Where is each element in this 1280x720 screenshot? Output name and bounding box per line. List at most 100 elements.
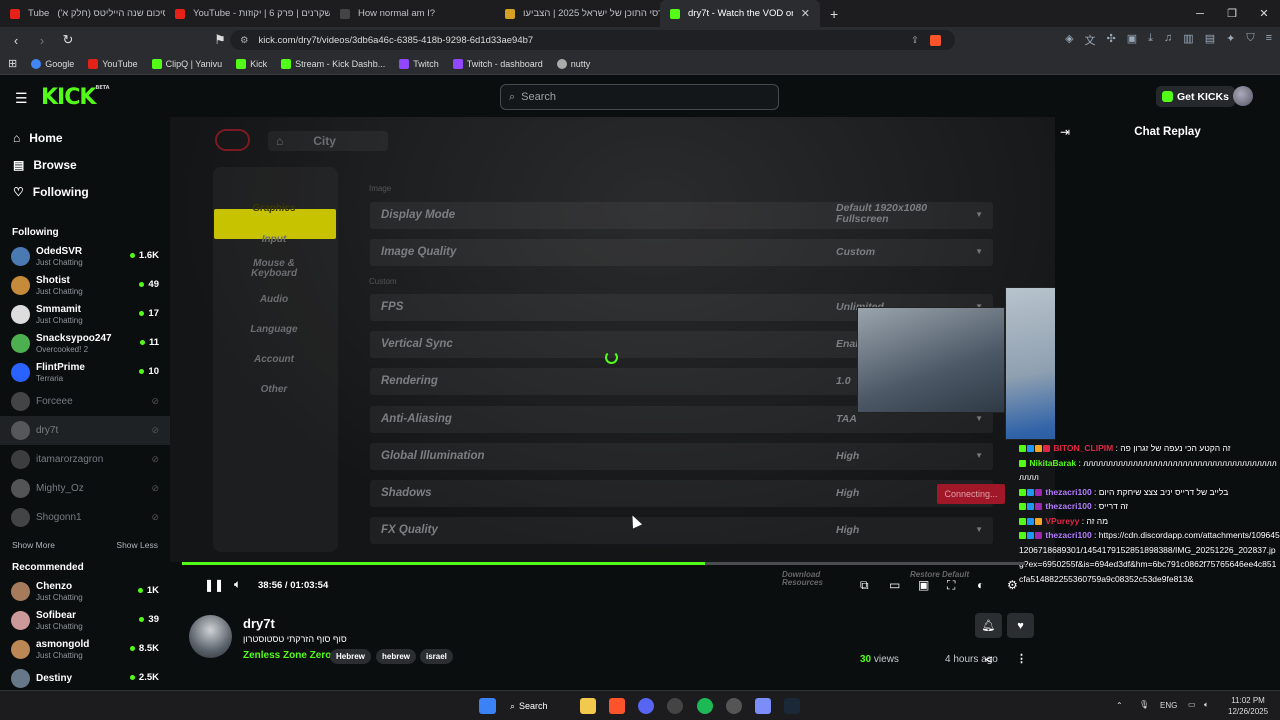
browser-tab[interactable]: Tube סיכום שנה הייליטס (חלק א') [0,0,165,27]
site-info-icon[interactable]: ⚙ [240,35,249,46]
tray-chevron-icon[interactable]: ⌃ [1116,701,1123,710]
sidebar-item-home[interactable]: ⌂ Home [0,124,170,151]
hamburger-menu-icon[interactable]: ☰ [15,90,28,107]
follow-button[interactable]: ♥ [1007,613,1034,638]
chat-username[interactable]: BITON_CLIPIM [1051,443,1113,453]
channel-name[interactable]: dry7t [243,616,275,631]
recommended-channel[interactable]: Sofibear Just Chatting 39 [0,606,170,635]
menu-icon[interactable]: ≡ [1266,32,1272,48]
bookmark-item[interactable]: YouTube [88,58,138,69]
bookmark-item[interactable]: nutty [556,58,590,69]
mic-icon[interactable]: 🎙︎ [1139,700,1149,709]
reload-icon[interactable]: ↻ [58,32,78,48]
kick-logo[interactable]: KICKBETA [41,85,110,110]
wallet-icon[interactable]: ▤ [1205,32,1215,48]
url-bar[interactable]: ⚙ kick.com/dry7t/videos/3db6a46c-6385-41… [230,30,955,50]
leo-icon[interactable]: ✦ [1226,32,1235,48]
vpn-icon[interactable]: ⛉ [1246,32,1254,48]
minimize-icon[interactable]: ─ [1184,0,1216,27]
sidebar-item-following[interactable]: ♡ Following [0,178,170,205]
recommended-channel[interactable]: Chenzo Just Chatting 1K [0,577,170,606]
tag-pill[interactable]: israel [420,649,453,664]
following-channel[interactable]: Forceee ⊘ [0,387,170,416]
speed-icon[interactable]: ◐ [977,578,984,592]
clip-icon[interactable]: ⧉ [860,578,869,593]
network-icon[interactable]: ▭ [1188,700,1196,709]
translate-icon[interactable]: 文 [1085,32,1096,48]
following-channel[interactable]: Snacksypoo247 Overcooked! 2 11 [0,329,170,358]
browser-tab[interactable]: YouTube - שקרנים | פרק 6 | יקוזות [165,0,330,27]
close-tab-icon[interactable]: ✕ [801,7,810,20]
tag-pill[interactable]: Hebrew [330,649,371,664]
extension-icon[interactable]: ▣ [1127,32,1137,48]
user-avatar[interactable] [1233,86,1253,106]
share-icon[interactable]: ⇪ [911,35,919,46]
steam-icon[interactable] [784,698,800,714]
pause-icon[interactable]: ❚❚ [204,578,224,592]
chat-username[interactable]: VPureyy [1043,516,1079,526]
clock[interactable]: 11:02 PM 12/26/2025 [1228,695,1268,717]
following-channel[interactable]: itamarorzagron ⊘ [0,445,170,474]
discord-icon[interactable] [638,698,654,714]
spotify-icon[interactable] [697,698,713,714]
brave-icon[interactable] [609,698,625,714]
browser-tab-active[interactable]: dry7t - Watch the VOD on Ki ✕ [660,0,820,27]
pip-icon[interactable]: ▭ [889,578,900,592]
recommended-channel[interactable]: Destiny 2.5K [0,664,170,690]
following-channel[interactable]: dry7t ⊘ [0,416,170,445]
bookmark-icon[interactable]: ⚑ [210,32,230,48]
sidebar-item-browse[interactable]: ▤ Browse [0,151,170,178]
app-icon[interactable] [726,698,742,714]
bookmark-item[interactable]: ClipQ | Yanivu [151,58,222,69]
bookmark-item[interactable]: Twitch - dashboard [452,58,543,69]
sidebar-icon[interactable]: ▥ [1183,32,1193,48]
forward-icon[interactable]: › [32,33,52,48]
chat-username[interactable]: thezacri100 [1043,487,1091,497]
chat-username[interactable]: thezacri100 [1043,530,1091,540]
browser-tab[interactable]: How normal am I? [330,0,495,27]
download-icon[interactable]: ⤓ [1148,32,1153,48]
bookmark-item[interactable]: Kick [236,58,267,69]
app-icon[interactable] [755,698,771,714]
tag-pill[interactable]: hebrew [376,649,417,664]
apps-icon[interactable]: ⊞ [8,57,17,70]
following-channel[interactable]: Smmamit Just Chatting 17 [0,300,170,329]
recommended-channel[interactable]: asmongold Just Chatting 8.5K [0,635,170,664]
taskbar-search[interactable]: ⌕ Search [510,696,560,716]
close-window-icon[interactable]: ✕ [1248,0,1280,27]
restore-icon[interactable]: ❐ [1216,0,1248,27]
back-icon[interactable]: ‹ [6,33,26,48]
show-more-button[interactable]: Show More [12,540,55,550]
bookmark-item[interactable]: Stream - Kick Dashb... [281,58,385,69]
fullscreen-icon[interactable]: ⛶ [947,578,955,593]
windows-start-icon[interactable] [479,698,496,714]
extension-icon[interactable]: ◈ [1065,32,1073,48]
following-channel[interactable]: OdedSVR Just Chatting 1.6K [0,242,170,271]
category-link[interactable]: Zenless Zone Zero [243,650,331,661]
new-tab-button[interactable]: + [820,0,844,27]
language-indicator[interactable]: ENG [1160,701,1177,710]
following-channel[interactable]: Shogonn1 ⊘ [0,503,170,532]
brave-shield-icon[interactable] [930,34,941,46]
chat-username[interactable]: thezacri100 [1043,501,1091,511]
more-options-icon[interactable]: ⋮ [1016,652,1027,665]
volume-icon[interactable]: 🔈︎ [1204,700,1209,710]
browser-tab[interactable]: פרסי התוכן של ישראל 2025 | הצביעו! [495,0,660,27]
progress-bar[interactable] [182,562,1025,565]
chat-username[interactable]: NikitaBarak [1027,458,1076,468]
search-input[interactable]: ⌕ Search [500,84,779,110]
following-channel[interactable]: Shotist Just Chatting 49 [0,271,170,300]
notification-bell-button[interactable]: 🔔︎ [975,613,1002,638]
bookmark-item[interactable]: Google [31,58,74,69]
theater-icon[interactable]: ▣ [918,578,929,592]
share-icon[interactable]: ⋖ [984,653,993,666]
app-icon[interactable] [667,698,683,714]
following-channel[interactable]: Mighty_Oz ⊘ [0,474,170,503]
volume-icon[interactable]: 🔈︎ [234,577,241,592]
puzzle-icon[interactable]: ✣ [1107,32,1116,48]
show-less-button[interactable]: Show Less [116,540,158,550]
settings-gear-icon[interactable]: ⚙ [1007,578,1018,592]
media-icon[interactable]: ♫ [1164,32,1172,48]
channel-avatar[interactable] [189,615,232,658]
bookmark-item[interactable]: Twitch [399,58,439,69]
